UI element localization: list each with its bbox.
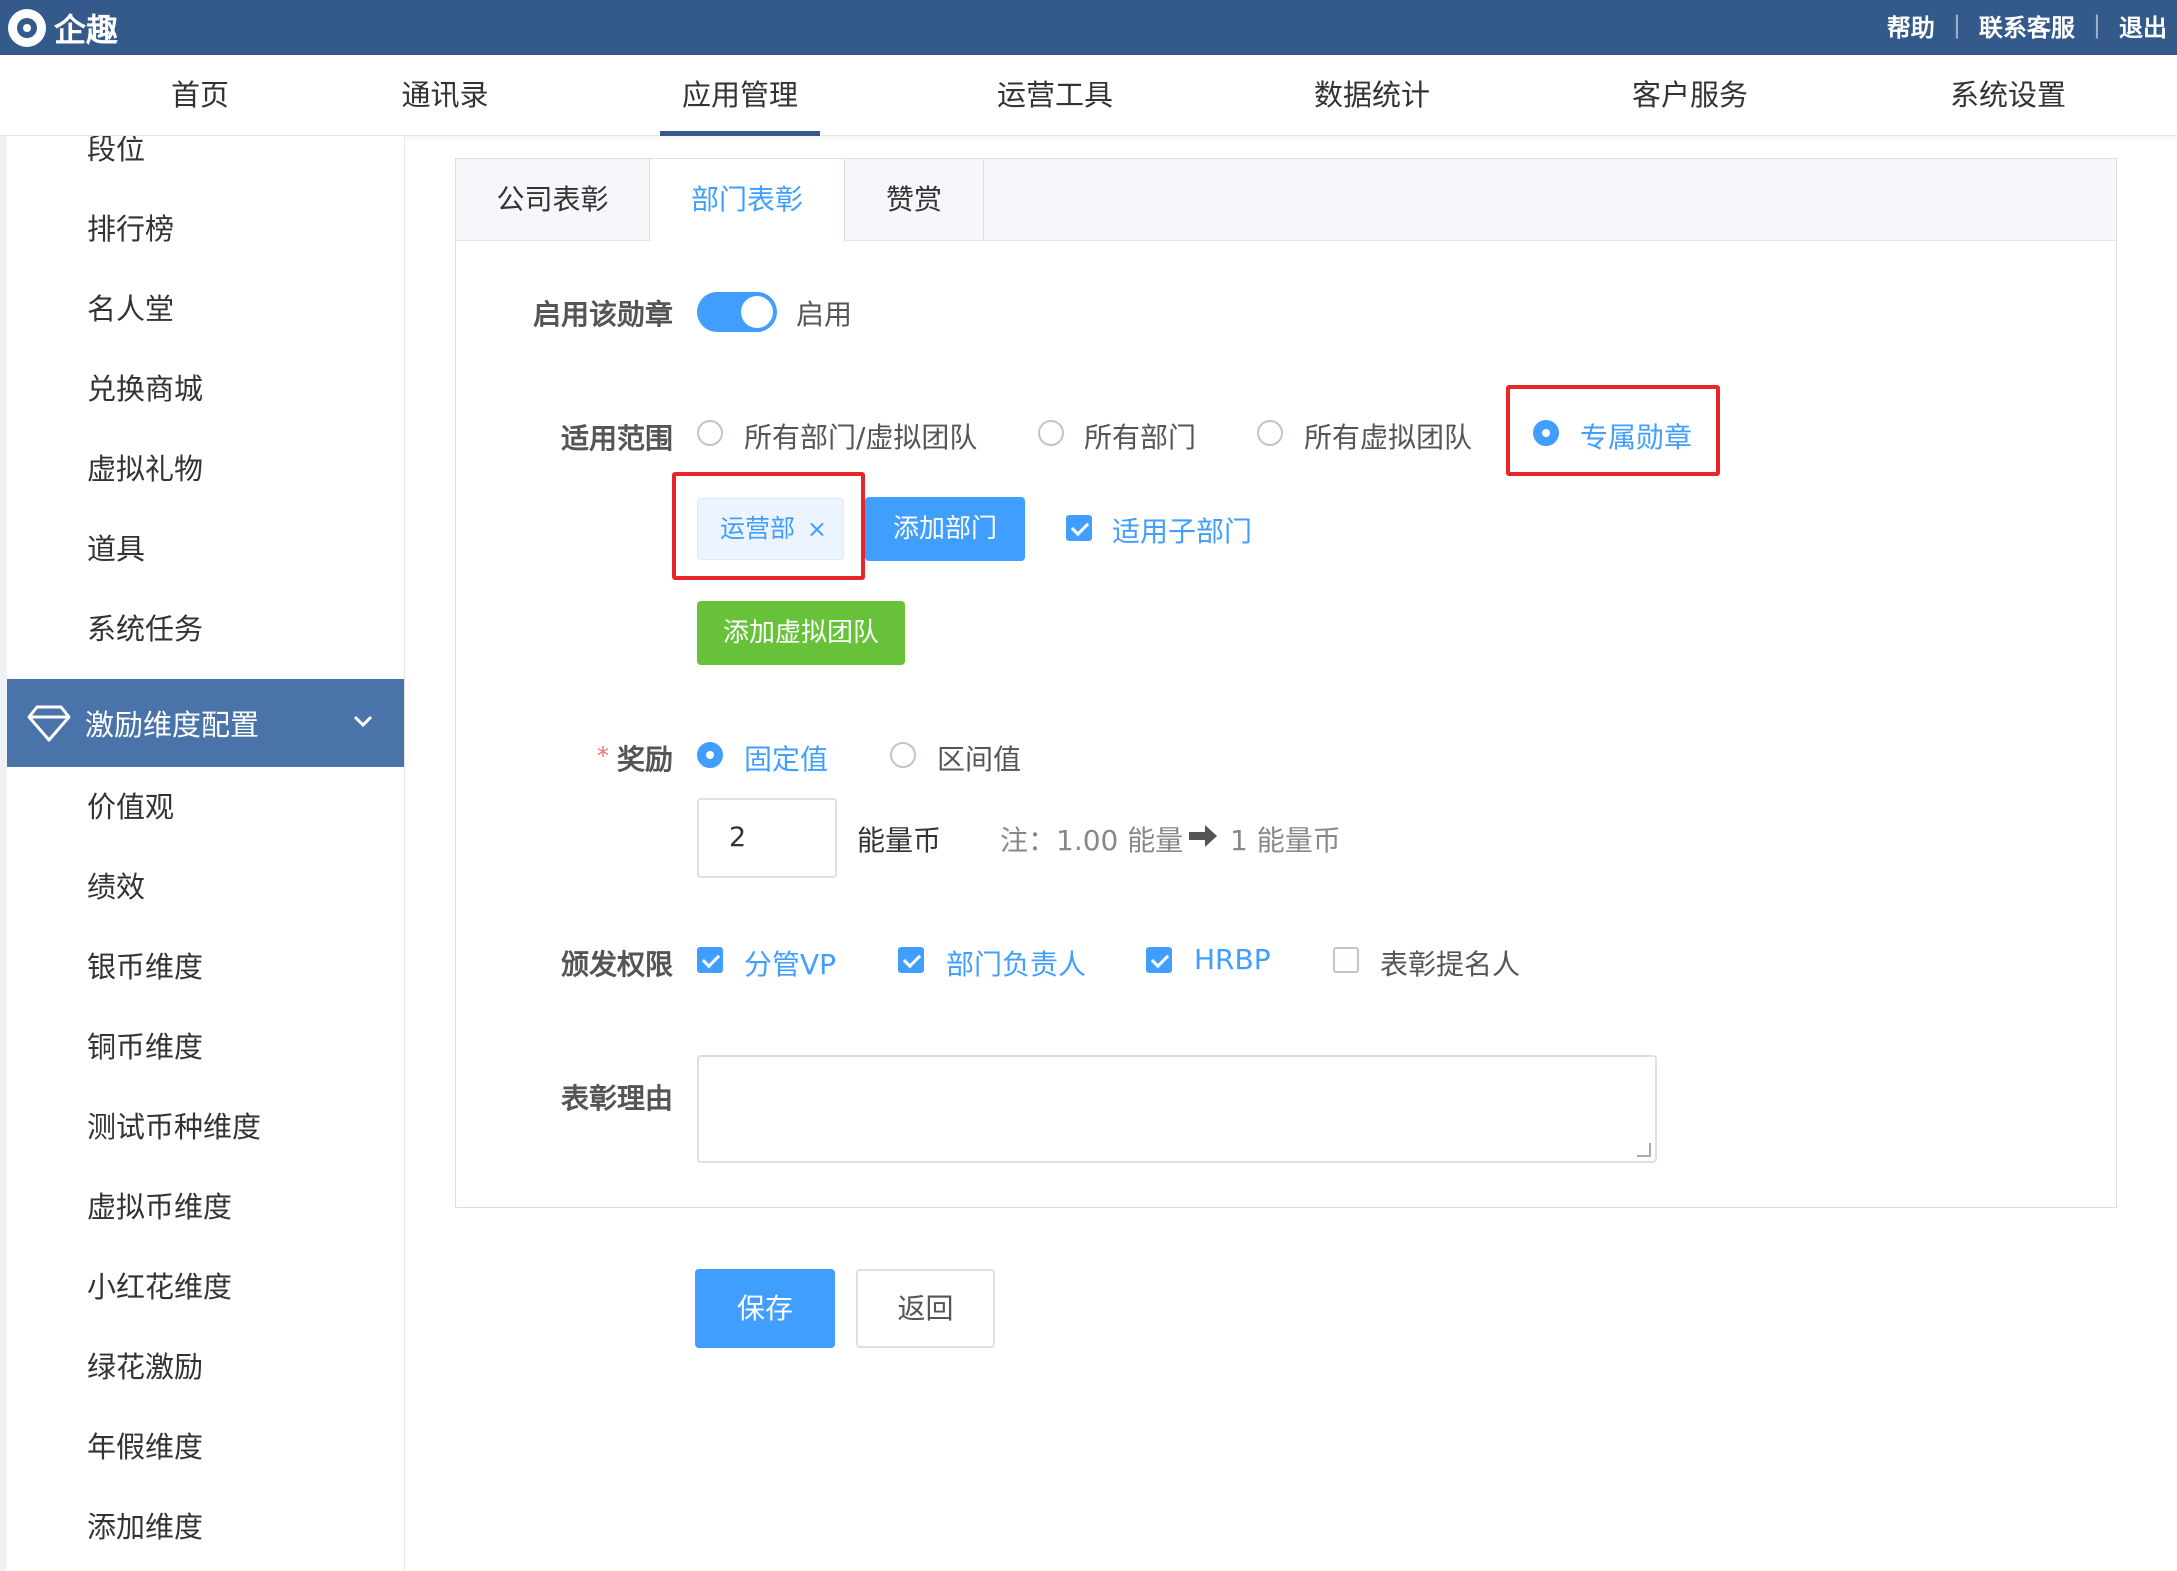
tab-bar: 公司表彰 部门表彰 赞赏 bbox=[456, 159, 2116, 242]
logout-link[interactable]: 退出 bbox=[2119, 8, 2167, 43]
scope-option-exclusive-label[interactable]: 专属勋章 bbox=[1580, 416, 1692, 456]
sidebar-item-virtual-gift[interactable]: 虚拟礼物 bbox=[87, 444, 203, 494]
scope-option-all-departments-label[interactable]: 所有部门 bbox=[1084, 416, 1196, 456]
sidebar-item-test-currency[interactable]: 测试币种维度 bbox=[87, 1102, 261, 1152]
top-bar: 企趣 帮助 | 联系客服 | 退出 bbox=[0, 0, 2177, 55]
scope-option-all-virtual-teams-label[interactable]: 所有虚拟团队 bbox=[1304, 416, 1472, 456]
add-virtual-team-button[interactable]: 添加虚拟团队 bbox=[697, 601, 905, 665]
reason-textarea[interactable] bbox=[697, 1055, 1657, 1163]
nav-home[interactable]: 首页 bbox=[150, 55, 250, 136]
scope-option-all-label[interactable]: 所有部门/虚拟团队 bbox=[744, 416, 977, 456]
reward-option-fixed-label[interactable]: 固定值 bbox=[744, 738, 828, 778]
permission-label: 颁发权限 bbox=[560, 948, 673, 981]
scope-radio-all-virtual-teams[interactable] bbox=[1257, 420, 1283, 446]
logo-icon bbox=[8, 9, 46, 47]
sidebar-group-label: 激励维度配置 bbox=[85, 708, 260, 742]
nav-system-settings[interactable]: 系统设置 bbox=[1928, 55, 2088, 136]
reason-label: 表彰理由 bbox=[560, 1082, 673, 1115]
sidebar-item-rank-level[interactable]: 段位 bbox=[87, 136, 145, 174]
permission-checkbox-vp[interactable] bbox=[697, 947, 723, 973]
sidebar-group-incentive-config[interactable]: 激励维度配置 bbox=[7, 679, 404, 767]
sidebar-item-leaderboard[interactable]: 排行榜 bbox=[87, 204, 174, 254]
contact-support-link[interactable]: 联系客服 bbox=[1979, 8, 2075, 43]
permission-checkbox-nominator[interactable] bbox=[1333, 947, 1359, 973]
sidebar-item-silver-coin[interactable]: 银币维度 bbox=[87, 942, 203, 992]
tab-department-commendation[interactable]: 部门表彰 bbox=[650, 159, 845, 242]
sidebar-item-annual-leave[interactable]: 年假维度 bbox=[87, 1422, 203, 1472]
sidebar-item-props[interactable]: 道具 bbox=[87, 524, 145, 574]
reward-value-input[interactable]: 2 bbox=[697, 798, 837, 878]
department-tag-label: 运营部 bbox=[720, 514, 796, 543]
tab-appreciation[interactable]: 赞赏 bbox=[845, 159, 984, 241]
reward-option-range-label[interactable]: 区间值 bbox=[937, 738, 1021, 778]
separator: | bbox=[2092, 11, 2101, 39]
chevron-down-icon bbox=[353, 715, 373, 728]
scope-radio-all[interactable] bbox=[697, 420, 723, 446]
sidebar: 段位 排行榜 名人堂 兑换商城 虚拟礼物 道具 系统任务 激励维度配置 价值观 … bbox=[0, 136, 405, 1571]
sidebar-item-system-tasks[interactable]: 系统任务 bbox=[87, 604, 203, 654]
enable-switch-text: 启用 bbox=[796, 298, 853, 331]
nav-operation-tools[interactable]: 运营工具 bbox=[975, 55, 1135, 136]
brand-name: 企趣 bbox=[54, 11, 119, 49]
sidebar-item-hall-of-fame[interactable]: 名人堂 bbox=[87, 284, 174, 334]
conversion-note-suffix: 1 能量币 bbox=[1230, 824, 1341, 857]
enable-label: 启用该勋章 bbox=[532, 298, 673, 331]
separator: | bbox=[1952, 11, 1961, 39]
close-icon[interactable]: × bbox=[807, 499, 827, 559]
sidebar-item-virtual-currency[interactable]: 虚拟币维度 bbox=[87, 1182, 232, 1232]
reward-radio-fixed[interactable] bbox=[697, 742, 723, 768]
sidebar-item-exchange-mall[interactable]: 兑换商城 bbox=[87, 364, 203, 414]
nav-app-management[interactable]: 应用管理 bbox=[660, 55, 820, 136]
permission-nominator-label[interactable]: 表彰提名人 bbox=[1380, 943, 1520, 983]
add-department-button[interactable]: 添加部门 bbox=[865, 497, 1025, 561]
nav-contacts[interactable]: 通讯录 bbox=[395, 55, 495, 136]
sidebar-item-copper-coin[interactable]: 铜币维度 bbox=[87, 1022, 203, 1072]
help-link[interactable]: 帮助 bbox=[1887, 8, 1935, 43]
reward-label: 奖励 bbox=[616, 743, 673, 776]
logo[interactable]: 企趣 bbox=[8, 8, 119, 49]
permission-checkbox-dept-head[interactable] bbox=[898, 947, 924, 973]
sidebar-item-green-flower[interactable]: 绿花激励 bbox=[87, 1342, 203, 1392]
sub-department-checkbox[interactable] bbox=[1066, 515, 1092, 541]
save-button[interactable]: 保存 bbox=[695, 1269, 835, 1348]
top-links: 帮助 | 联系客服 | 退出 bbox=[1887, 0, 2167, 50]
arrow-right-icon bbox=[1189, 825, 1217, 847]
sidebar-item-red-flower[interactable]: 小红花维度 bbox=[87, 1262, 232, 1312]
enable-switch[interactable] bbox=[697, 292, 777, 332]
sub-department-label[interactable]: 适用子部门 bbox=[1112, 510, 1252, 550]
scope-label: 适用范围 bbox=[560, 422, 673, 455]
sidebar-item-performance[interactable]: 绩效 bbox=[87, 862, 145, 912]
nav-data-statistics[interactable]: 数据统计 bbox=[1292, 55, 1452, 136]
permission-dept-head-label[interactable]: 部门负责人 bbox=[946, 943, 1086, 983]
reward-radio-range[interactable] bbox=[890, 742, 916, 768]
main-nav: 首页 通讯录 应用管理 运营工具 数据统计 客户服务 系统设置 bbox=[0, 55, 2177, 136]
back-button[interactable]: 返回 bbox=[856, 1269, 995, 1348]
scope-radio-exclusive[interactable] bbox=[1533, 420, 1559, 446]
diamond-icon bbox=[27, 705, 71, 742]
permission-checkbox-hrbp[interactable] bbox=[1146, 947, 1172, 973]
sidebar-item-add-dimension[interactable]: 添加维度 bbox=[87, 1502, 203, 1552]
permission-hrbp-label[interactable]: HRBP bbox=[1194, 943, 1271, 976]
nav-customer-service[interactable]: 客户服务 bbox=[1610, 55, 1770, 136]
department-tag: 运营部 × bbox=[697, 498, 844, 560]
conversion-note-prefix: 注：1.00 能量 bbox=[1000, 824, 1184, 857]
scope-radio-all-departments[interactable] bbox=[1038, 420, 1064, 446]
tab-company-commendation[interactable]: 公司表彰 bbox=[456, 159, 650, 241]
reward-unit: 能量币 bbox=[857, 824, 942, 857]
permission-vp-label[interactable]: 分管VP bbox=[744, 943, 836, 983]
sidebar-item-values[interactable]: 价值观 bbox=[87, 782, 174, 832]
